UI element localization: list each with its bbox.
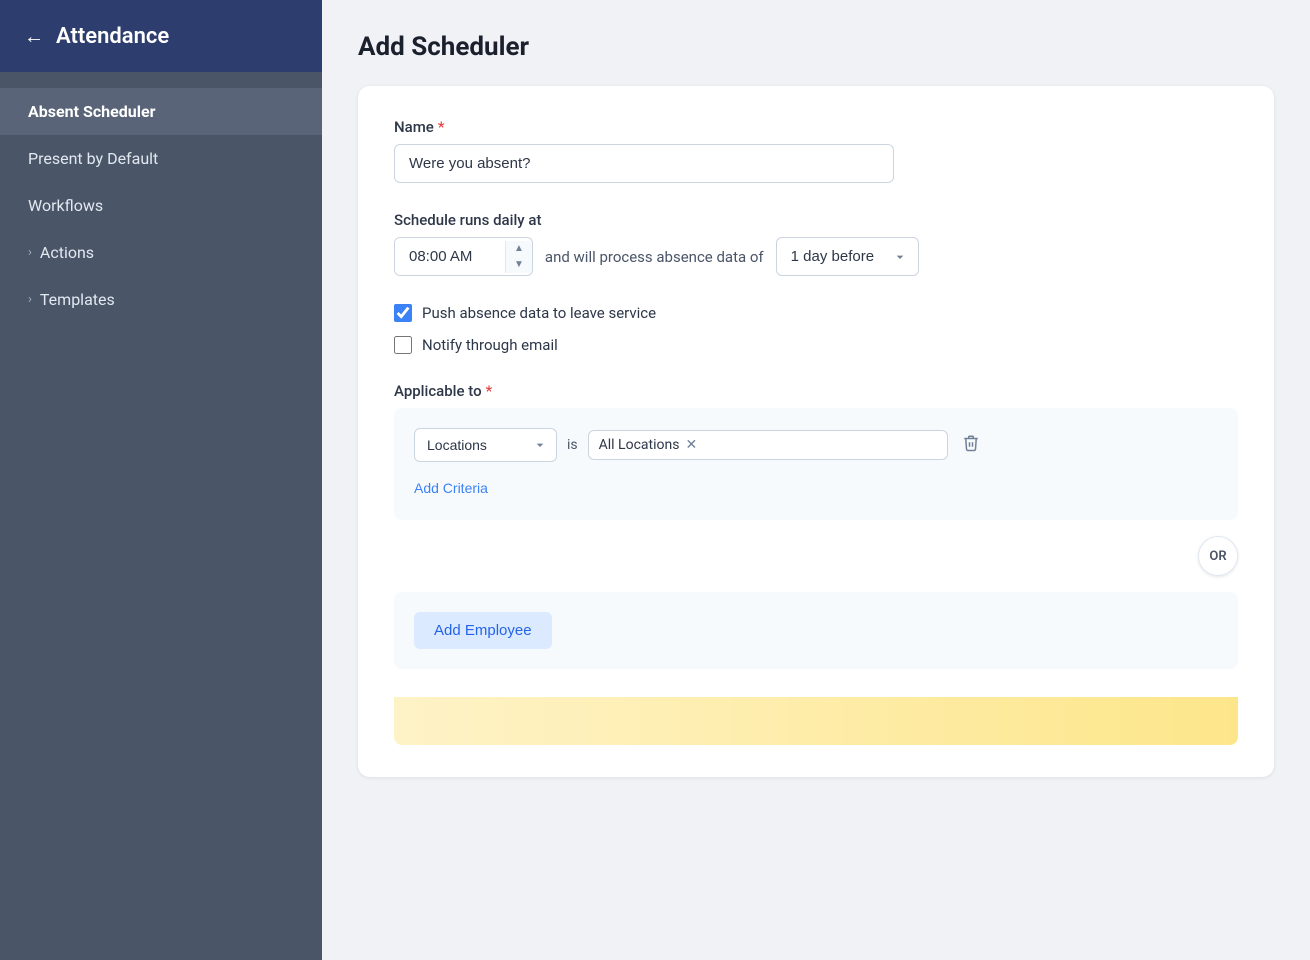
back-icon[interactable]: ← (24, 24, 44, 49)
or-badge: OR (1198, 536, 1238, 576)
sidebar-item-workflows[interactable]: Workflows (0, 182, 322, 229)
chevron-right-icon: › (28, 292, 32, 307)
time-input[interactable] (395, 238, 505, 275)
sidebar-item-label: Workflows (28, 196, 103, 215)
applicable-group: Applicable to * Locations Department Emp… (394, 382, 1238, 669)
sidebar-item-label: Actions (40, 243, 94, 262)
location-select[interactable]: Locations Department Employee Type (414, 428, 557, 462)
push-absence-checkbox-item[interactable]: Push absence data to leave service (394, 304, 1238, 322)
add-criteria-button[interactable]: Add Criteria (414, 476, 488, 500)
criteria-tag: All Locations ✕ (599, 437, 698, 453)
required-indicator-applicable: * (486, 382, 493, 400)
form-card: Name * Schedule runs daily at ▲ ▼ and wi… (358, 86, 1274, 777)
page-title: Add Scheduler (358, 32, 1274, 62)
time-input-wrapper: ▲ ▼ (394, 237, 533, 276)
sidebar-item-label: Absent Scheduler (28, 102, 155, 121)
name-group: Name * (394, 118, 1238, 183)
chevron-right-icon: › (28, 245, 32, 260)
sidebar-item-present-by-default[interactable]: Present by Default (0, 135, 322, 182)
name-input[interactable] (394, 144, 894, 183)
criteria-row: Locations Department Employee Type is Al… (414, 428, 1218, 462)
applicable-label: Applicable to * (394, 382, 1238, 400)
criteria-box: Locations Department Employee Type is Al… (394, 408, 1238, 520)
notify-email-checkbox[interactable] (394, 336, 412, 354)
push-absence-checkbox[interactable] (394, 304, 412, 322)
schedule-middle-text: and will process absence data of (545, 248, 764, 266)
notify-email-label: Notify through email (422, 336, 558, 354)
required-indicator: * (438, 118, 445, 136)
criteria-value-box: All Locations ✕ (588, 430, 948, 460)
criteria-tag-close-icon[interactable]: ✕ (685, 437, 697, 453)
bottom-bar (394, 697, 1238, 745)
schedule-row: ▲ ▼ and will process absence data of 1 d… (394, 237, 1238, 276)
sidebar-title: Attendance (56, 24, 169, 49)
sidebar-item-templates[interactable]: › Templates (0, 276, 322, 323)
schedule-group: Schedule runs daily at ▲ ▼ and will proc… (394, 211, 1238, 276)
time-spinners: ▲ ▼ (505, 241, 532, 273)
schedule-label: Schedule runs daily at (394, 211, 1238, 229)
checkboxes-group: Push absence data to leave service Notif… (394, 304, 1238, 354)
sidebar-nav: Absent Scheduler Present by Default Work… (0, 72, 322, 339)
notify-email-checkbox-item[interactable]: Notify through email (394, 336, 1238, 354)
push-absence-label: Push absence data to leave service (422, 304, 656, 322)
or-separator: OR (394, 536, 1238, 576)
add-employee-button[interactable]: Add Employee (414, 612, 552, 649)
time-down-button[interactable]: ▼ (506, 257, 532, 273)
employee-box: Add Employee (394, 592, 1238, 669)
sidebar-item-absent-scheduler[interactable]: Absent Scheduler (0, 88, 322, 135)
criteria-tag-value: All Locations (599, 437, 680, 453)
delete-criteria-button[interactable] (958, 430, 984, 461)
sidebar-item-label: Templates (40, 290, 115, 309)
name-label: Name * (394, 118, 1238, 136)
main-content: Add Scheduler Name * Schedule runs daily… (322, 0, 1310, 960)
sidebar-item-actions[interactable]: › Actions (0, 229, 322, 276)
sidebar: ← Attendance Absent Scheduler Present by… (0, 0, 322, 960)
time-up-button[interactable]: ▲ (506, 241, 532, 257)
criteria-is-text: is (567, 437, 578, 453)
checkbox-group: Push absence data to leave service Notif… (394, 304, 1238, 354)
sidebar-item-label: Present by Default (28, 149, 158, 168)
day-before-select[interactable]: 1 day before 2 days before 3 days before (776, 237, 919, 276)
sidebar-header: ← Attendance (0, 0, 322, 72)
